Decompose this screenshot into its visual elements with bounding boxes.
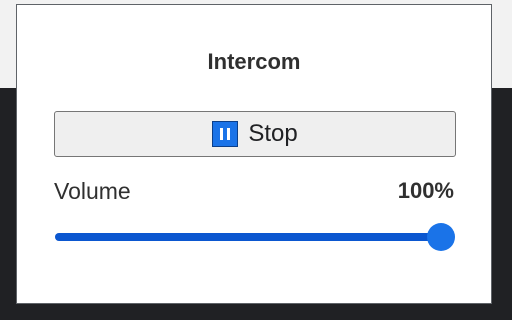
- volume-slider[interactable]: [55, 222, 455, 252]
- volume-value: 100%: [397, 178, 454, 203]
- volume-slider-thumb[interactable]: [427, 223, 455, 251]
- screen: Intercom Stop Volume 100%: [0, 0, 512, 320]
- intercom-popup: Intercom Stop Volume 100%: [16, 4, 492, 304]
- popup-title: Intercom: [207, 49, 301, 74]
- pause-icon: [212, 121, 239, 147]
- volume-slider-fill: [55, 233, 441, 241]
- stop-button-label: Stop: [248, 120, 298, 147]
- pause-icon-bar-right: [227, 128, 231, 140]
- volume-label: Volume: [54, 178, 131, 204]
- pause-icon-bar-left: [220, 128, 224, 140]
- stop-button[interactable]: Stop: [54, 111, 456, 157]
